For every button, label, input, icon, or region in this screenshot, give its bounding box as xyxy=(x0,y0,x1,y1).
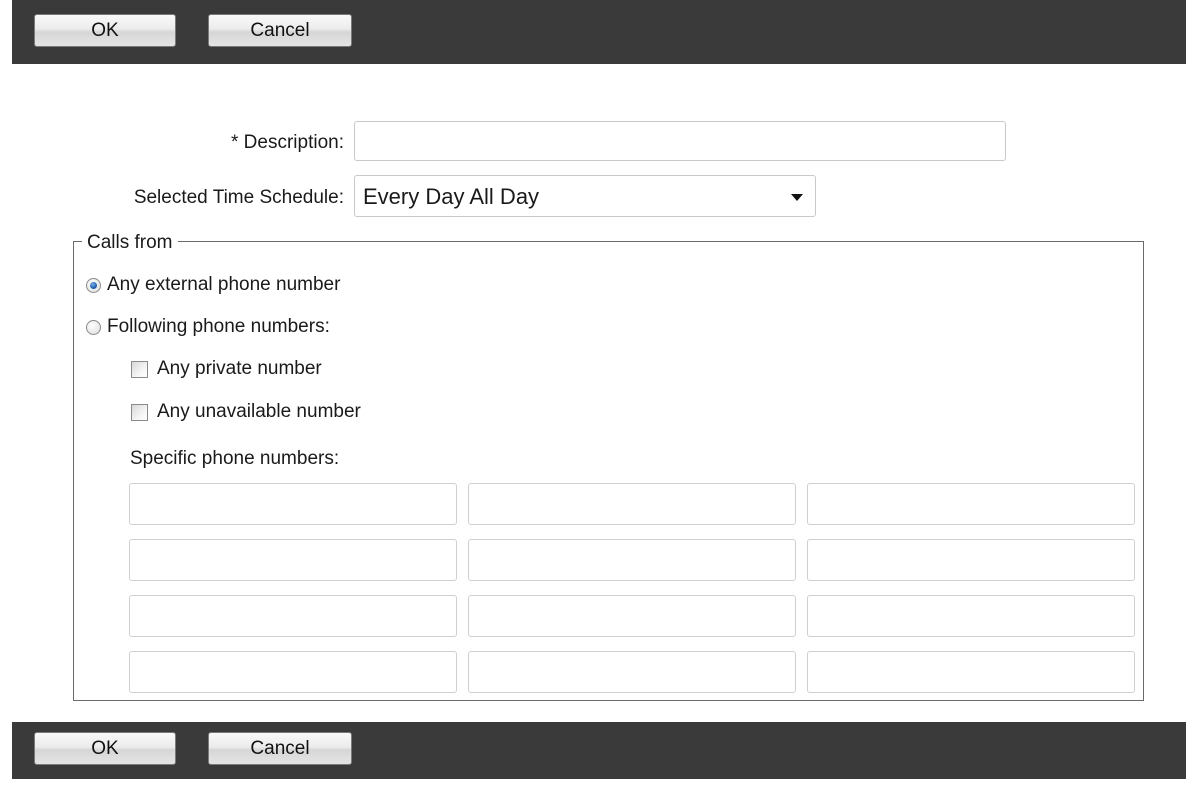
checkbox-any-unavailable-label: Any unavailable number xyxy=(157,401,361,422)
phone-number-grid xyxy=(129,483,1135,693)
time-schedule-value: Every Day All Day xyxy=(363,184,540,209)
checkbox-icon[interactable] xyxy=(131,403,148,421)
calls-from-legend: Calls from xyxy=(82,232,178,254)
checkbox-any-private-label: Any private number xyxy=(157,358,322,379)
ok-button[interactable]: OK xyxy=(34,732,176,765)
radio-following-numbers[interactable]: Following phone numbers: xyxy=(86,315,330,339)
radio-any-external[interactable]: Any external phone number xyxy=(86,273,340,297)
checkbox-any-private[interactable]: Any private number xyxy=(131,357,322,381)
radio-unchecked-icon[interactable] xyxy=(86,319,101,335)
phone-number-input[interactable] xyxy=(129,595,457,637)
checkbox-any-unavailable[interactable]: Any unavailable number xyxy=(131,400,361,424)
description-label: * Description: xyxy=(231,132,344,153)
phone-number-input[interactable] xyxy=(807,483,1135,525)
phone-number-input[interactable] xyxy=(807,651,1135,693)
phone-number-input[interactable] xyxy=(468,539,796,581)
chevron-down-icon xyxy=(791,194,803,201)
radio-any-external-label: Any external phone number xyxy=(107,274,341,295)
cancel-button[interactable]: Cancel xyxy=(208,732,352,765)
phone-number-input[interactable] xyxy=(468,595,796,637)
radio-checked-icon[interactable] xyxy=(86,277,101,293)
phone-number-input[interactable] xyxy=(129,539,457,581)
phone-number-input[interactable] xyxy=(129,483,457,525)
ok-button[interactable]: OK xyxy=(34,14,176,47)
description-input[interactable] xyxy=(354,121,1006,161)
time-schedule-label: Selected Time Schedule: xyxy=(133,187,344,208)
phone-number-input[interactable] xyxy=(468,651,796,693)
top-toolbar: OK Cancel xyxy=(12,0,1186,64)
phone-number-input[interactable] xyxy=(807,595,1135,637)
bottom-toolbar: OK Cancel xyxy=(12,722,1186,779)
phone-number-input[interactable] xyxy=(129,651,457,693)
phone-number-input[interactable] xyxy=(807,539,1135,581)
cancel-button[interactable]: Cancel xyxy=(208,14,352,47)
specific-numbers-label: Specific phone numbers: xyxy=(130,448,340,469)
time-schedule-select[interactable]: Every Day All Day xyxy=(354,175,816,217)
phone-number-input[interactable] xyxy=(468,483,796,525)
radio-following-numbers-label: Following phone numbers: xyxy=(107,316,330,337)
checkbox-icon[interactable] xyxy=(131,360,148,378)
